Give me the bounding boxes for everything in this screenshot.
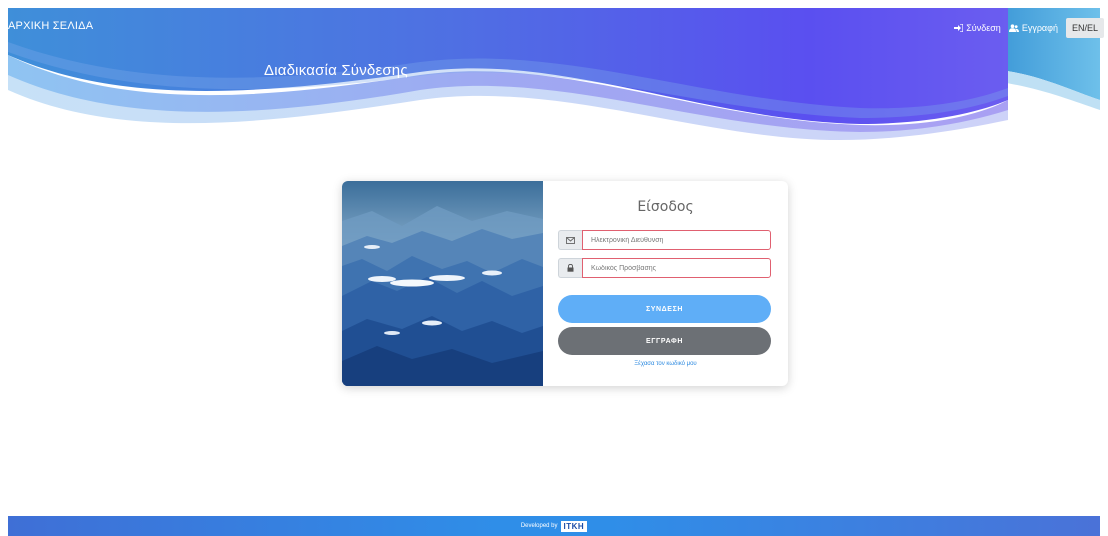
language-toggle-button[interactable]: EN/EL [1065,18,1104,38]
nav-register-link[interactable]: Εγγραφή [1008,23,1058,33]
nav-login-label: Σύνδεση [966,23,1001,33]
password-input[interactable] [582,258,771,278]
register-button[interactable]: ΕΓΓΡΑΦΗ [558,327,771,355]
nav-login-link[interactable]: Σύνδεση [954,23,1001,33]
login-form-title: Είσοδος [637,199,694,215]
top-navbar: ΑΡΧΙΚΗ ΣΕΛΙΔΑ Σύνδεση Εγγραφή EN/EL [0,8,1108,42]
developer-logo-text: ΙΤΚΗ [563,521,585,531]
page-title: Διαδικασία Σύνδεσης [264,62,408,79]
lock-icon [558,258,582,278]
footer: Developed by ΙΤΚΗ [8,516,1100,536]
navbar-right: Σύνδεση Εγγραφή EN/EL [954,18,1104,38]
forgot-password-link[interactable]: Ξέχασα τον κωδικό μου [543,361,788,367]
developed-by-text: Developed by [520,523,558,529]
login-form: Είσοδος ΣΥΝΔΕΣΗ ΕΓΓΡΑΦΗ Ξέχασα τον κωδικ… [543,181,788,386]
password-field [558,258,771,278]
developer-logo: ΙΤΚΗ [560,520,588,532]
users-icon [1008,24,1019,32]
login-button[interactable]: ΣΥΝΔΕΣΗ [558,295,771,323]
nav-register-label: Εγγραφή [1021,23,1058,33]
home-link[interactable]: ΑΡΧΙΚΗ ΣΕΛΙΔΑ [8,20,93,32]
email-input[interactable] [582,230,771,250]
sign-in-icon [954,24,964,32]
mountain-landscape-image [342,181,543,386]
login-card: Είσοδος ΣΥΝΔΕΣΗ ΕΓΓΡΑΦΗ Ξέχασα τον κωδικ… [342,181,788,386]
login-page: ΑΡΧΙΚΗ ΣΕΛΙΔΑ Σύνδεση Εγγραφή EN/EL Διαδ… [0,0,1108,536]
envelope-icon [558,230,582,250]
email-field [558,230,771,250]
footer-credits: Developed by ΙΤΚΗ [8,516,1100,536]
